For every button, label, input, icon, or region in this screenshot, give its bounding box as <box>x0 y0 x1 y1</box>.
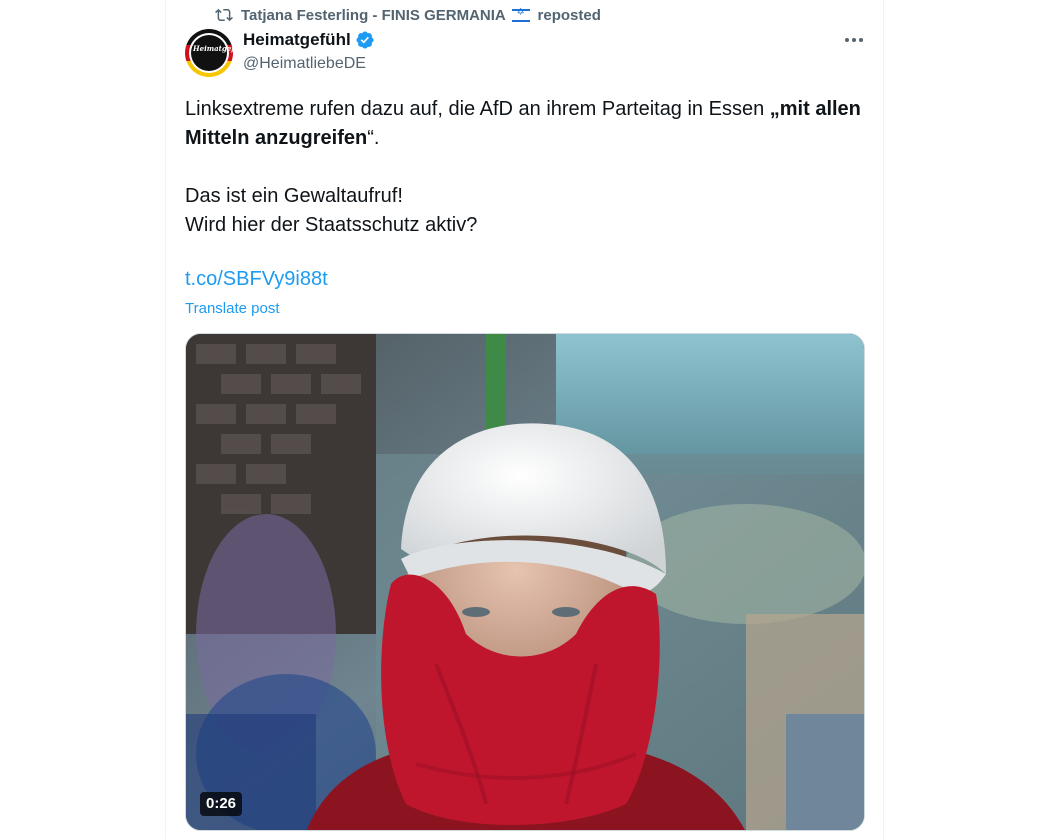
repost-context[interactable]: Tatjana Festerling - FINIS GERMANIA repo… <box>215 5 601 25</box>
author-name[interactable]: Heimatgefühl <box>243 30 351 50</box>
post-paragraph-1: Linksextreme rufen dazu auf, die AfD an … <box>185 98 861 149</box>
repost-suffix: reposted <box>537 6 601 24</box>
post-link[interactable]: t.co/SBFVy9i88t <box>185 268 328 291</box>
repost-icon <box>215 8 233 22</box>
more-options-button[interactable] <box>840 28 868 52</box>
verified-badge-icon <box>356 31 374 49</box>
video-duration-badge: 0:26 <box>200 792 243 816</box>
more-dot-icon <box>845 38 849 42</box>
more-dot-icon <box>852 38 856 42</box>
israel-flag-icon <box>512 7 531 23</box>
translate-post-link[interactable]: Translate post <box>185 300 280 317</box>
author-name-row[interactable]: Heimatgefühl <box>243 30 375 50</box>
post-line-2: Das ist ein Gewaltaufruf! <box>185 185 403 207</box>
author-handle[interactable]: @HeimatliebeDE <box>243 55 366 73</box>
post-line-3: Wird hier der Staatsschutz aktiv? <box>185 214 478 236</box>
video-thumbnail <box>186 334 864 830</box>
timeline-border-right <box>883 0 884 839</box>
avatar-logo-text: Heimatgefühl <box>193 44 233 53</box>
video-player[interactable] <box>185 333 865 831</box>
post-text: Linksextreme rufen dazu auf, die AfD an … <box>185 95 865 240</box>
reposter-name[interactable]: Tatjana Festerling - FINIS GERMANIA <box>241 7 505 24</box>
more-dot-icon <box>859 38 863 42</box>
avatar[interactable]: Heimatgefühl <box>185 29 233 77</box>
timeline-border-left <box>165 0 166 839</box>
